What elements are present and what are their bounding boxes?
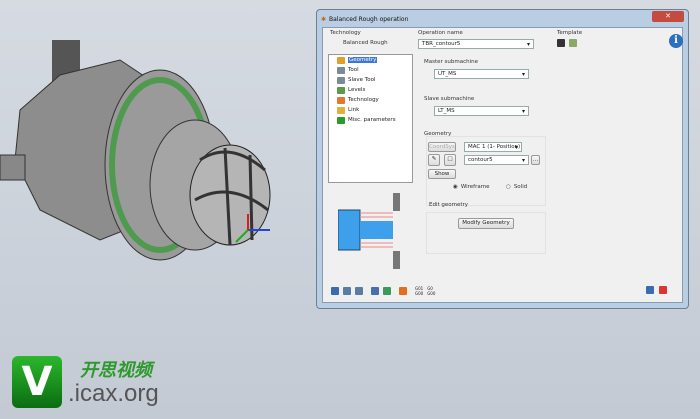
tree-item-label: Slave Tool [348, 77, 376, 83]
tree-item-label: Levels [348, 87, 366, 93]
radio-unchecked-icon: ○ [506, 184, 511, 190]
watermark-site: .icax.org [68, 380, 159, 407]
save-icon[interactable] [331, 287, 339, 295]
tree-item-link[interactable]: Link [329, 105, 412, 115]
wireframe-radio[interactable]: ◉ Wireframe [453, 184, 490, 190]
watermark-cn-text: 开思视频 [80, 360, 152, 381]
save-copy-icon[interactable] [343, 287, 351, 295]
modify-geometry-button[interactable]: Modify Geometry [458, 218, 514, 229]
gcode-icon[interactable]: G01 G00 [415, 286, 423, 296]
technology-value: Balanced Rough [343, 40, 388, 46]
solid-radio[interactable]: ○ Solid [506, 184, 527, 190]
geometry-label: Geometry [424, 131, 452, 137]
tool-icon [337, 66, 345, 74]
edit-geometry-label: Edit geometry [429, 202, 469, 208]
coordsys-button[interactable]: CoordSys [428, 142, 456, 152]
radio-checked-icon: ◉ [453, 184, 458, 190]
slave-submachine-label: Slave submachine [424, 96, 475, 102]
tree-item-slave-tool[interactable]: Slave Tool [329, 75, 412, 85]
simulation-icon[interactable] [399, 287, 407, 295]
dialog-client: Technology Balanced Rough Operation name… [322, 27, 683, 303]
tree-item-geometry[interactable]: Geometry [329, 55, 412, 65]
open-template-icon[interactable] [569, 39, 577, 47]
calculate-icon[interactable] [371, 287, 379, 295]
tree-item-misc-parameters[interactable]: Misc. parameters [329, 115, 412, 125]
tree-item-technology[interactable]: Technology [329, 95, 412, 105]
show-button[interactable]: Show [428, 169, 456, 179]
master-submachine-label: Master submachine [424, 59, 479, 65]
levels-icon [337, 86, 345, 94]
new-geometry-icon[interactable]: □ [444, 154, 456, 166]
cad-part-viewport[interactable] [0, 20, 310, 280]
save-template-icon[interactable] [557, 39, 565, 47]
dialog-title: Balanced Rough operation [329, 15, 409, 23]
tree-item-levels[interactable]: Levels [329, 85, 412, 95]
close-button[interactable]: ✕ [652, 11, 684, 22]
tree-item-tool[interactable]: Tool [329, 65, 412, 75]
dialog-titlebar[interactable]: ✱ Balanced Rough operation [321, 12, 408, 26]
gcode-arc-icon[interactable]: G0 G00 [427, 286, 435, 296]
tree-item-label: Link [348, 107, 360, 113]
app-icon: ✱ [321, 15, 327, 23]
wireframe-label: Wireframe [460, 184, 490, 190]
exit-icon[interactable] [659, 286, 667, 294]
save-exit-icon[interactable] [646, 286, 654, 294]
calculate-save-icon[interactable] [383, 287, 391, 295]
bottom-toolbar: G01 G00 G0 G00 [331, 286, 435, 296]
slave-submachine-combo[interactable]: LT_MS [434, 106, 529, 116]
tree-item-label: Misc. parameters [348, 117, 396, 123]
link-icon [337, 106, 345, 114]
plus-icon [337, 116, 345, 124]
save-all-icon[interactable] [355, 287, 363, 295]
operation-name-label: Operation name [418, 30, 463, 36]
technology-label: Technology [330, 30, 361, 36]
master-submachine-combo[interactable]: UT_MS [434, 69, 529, 79]
operation-name-combo[interactable]: TBR_contour5 [418, 39, 534, 49]
operation-preview-image [338, 193, 400, 269]
watermark-logo: V [12, 356, 62, 408]
solid-label: Solid [513, 184, 528, 190]
slave-tool-icon [337, 76, 345, 84]
contour-combo[interactable]: contour5 [464, 155, 529, 165]
section-tree: Geometry Tool Slave Tool Levels Technology Li… [328, 54, 413, 183]
browse-button[interactable]: ... [531, 155, 540, 165]
tree-item-label: Geometry [348, 57, 378, 63]
balanced-rough-dialog: ✱ Balanced Rough operation ✕ Technology … [316, 9, 689, 309]
tree-item-label: Tool [348, 67, 359, 73]
tree-item-label: Technology [348, 97, 379, 103]
technology-icon [337, 96, 345, 104]
geometry-icon [337, 56, 345, 64]
mac-combo[interactable]: MAC 1 (1- Position) [464, 142, 522, 152]
edit-geometry-icon[interactable]: ✎ [428, 154, 440, 166]
cad-part-model [0, 40, 271, 261]
info-icon[interactable]: i [669, 34, 683, 48]
template-label: Template [557, 30, 583, 36]
